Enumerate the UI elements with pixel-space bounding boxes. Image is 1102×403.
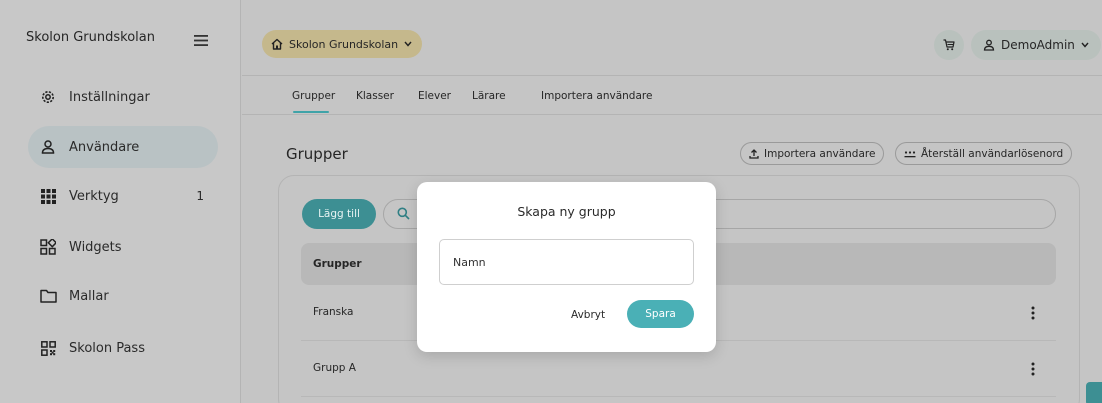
sidebar-item-settings[interactable]: Inställningar [28,76,218,118]
tab-students[interactable]: Elever [418,90,451,102]
cart-icon [943,39,955,51]
folder-icon [39,287,57,305]
user-icon [39,138,57,156]
top-header: Skolon Grundskolan DemoAdmin [242,0,1102,76]
reset-password-button[interactable]: Återställ användarlösenord [895,142,1073,165]
hamburger-icon [194,34,208,46]
grid-icon [39,187,57,205]
active-tab-indicator [293,111,329,113]
sidebar-item-tools[interactable]: Verktyg 1 [28,175,218,217]
password-icon [904,150,916,158]
import-users-label: Importera användare [764,147,876,160]
school-selector-label: Skolon Grundskolan [289,37,399,51]
widgets-icon [39,238,57,256]
cancel-button[interactable]: Avbryt [563,302,613,328]
row-menu-button[interactable] [1023,302,1043,324]
tab-import-users[interactable]: Importera användare [541,90,652,102]
column-header-groups[interactable]: Grupper [313,258,362,270]
sidebar-item-widgets[interactable]: Widgets [28,226,218,268]
home-icon [271,38,283,50]
sidebar-item-skolon-pass[interactable]: Skolon Pass [28,327,218,369]
group-name-field[interactable] [439,239,694,285]
chevron-down-icon [1081,42,1089,48]
add-group-button[interactable]: Lägg till [302,199,376,229]
tools-count-badge: 1 [196,189,204,203]
tab-bar: Grupper Klasser Elever Lärare Importera … [242,76,1102,115]
tab-classes[interactable]: Klasser [356,90,394,102]
search-icon [397,207,410,220]
import-users-button[interactable]: Importera användare [740,142,885,165]
chevron-down-icon [404,41,412,47]
tab-groups[interactable]: Grupper [292,90,335,102]
group-name: Franska [313,306,354,318]
user-name: DemoAdmin [1001,38,1075,52]
tab-teachers[interactable]: Lärare [472,90,506,102]
page-title: Grupper [286,145,348,163]
sidebar-item-label: Verktyg [69,188,119,204]
more-vertical-icon [1031,362,1035,376]
save-button[interactable]: Spara [627,300,694,328]
more-vertical-icon [1031,306,1035,320]
school-selector[interactable]: Skolon Grundskolan [262,30,423,58]
sidebar-item-label: Widgets [69,239,122,255]
upload-icon [749,148,759,159]
sidebar-item-label: Skolon Pass [69,340,145,356]
sidebar: Skolon Grundskolan Inställningar Använda… [0,0,241,403]
sidebar-item-label: Användare [69,139,140,155]
cart-button[interactable] [934,30,964,60]
sidebar-item-label: Mallar [69,288,109,304]
dialog-title: Skapa ny grupp [517,204,616,219]
row-menu-button[interactable] [1023,358,1043,380]
sidebar-item-users[interactable]: Användare [28,126,218,168]
sidebar-item-templates[interactable]: Mallar [28,275,218,317]
help-button[interactable] [1086,382,1102,403]
create-group-dialog: Skapa ny grupp Avbryt Spara [417,182,716,352]
qr-code-icon [39,339,57,357]
user-icon [983,39,995,51]
reset-password-label: Återställ användarlösenord [921,147,1064,160]
user-menu-button[interactable]: DemoAdmin [971,30,1101,60]
menu-toggle-button[interactable] [188,28,214,52]
group-name: Grupp A [313,362,356,374]
sidebar-item-label: Inställningar [69,89,150,105]
gear-icon [39,88,57,106]
